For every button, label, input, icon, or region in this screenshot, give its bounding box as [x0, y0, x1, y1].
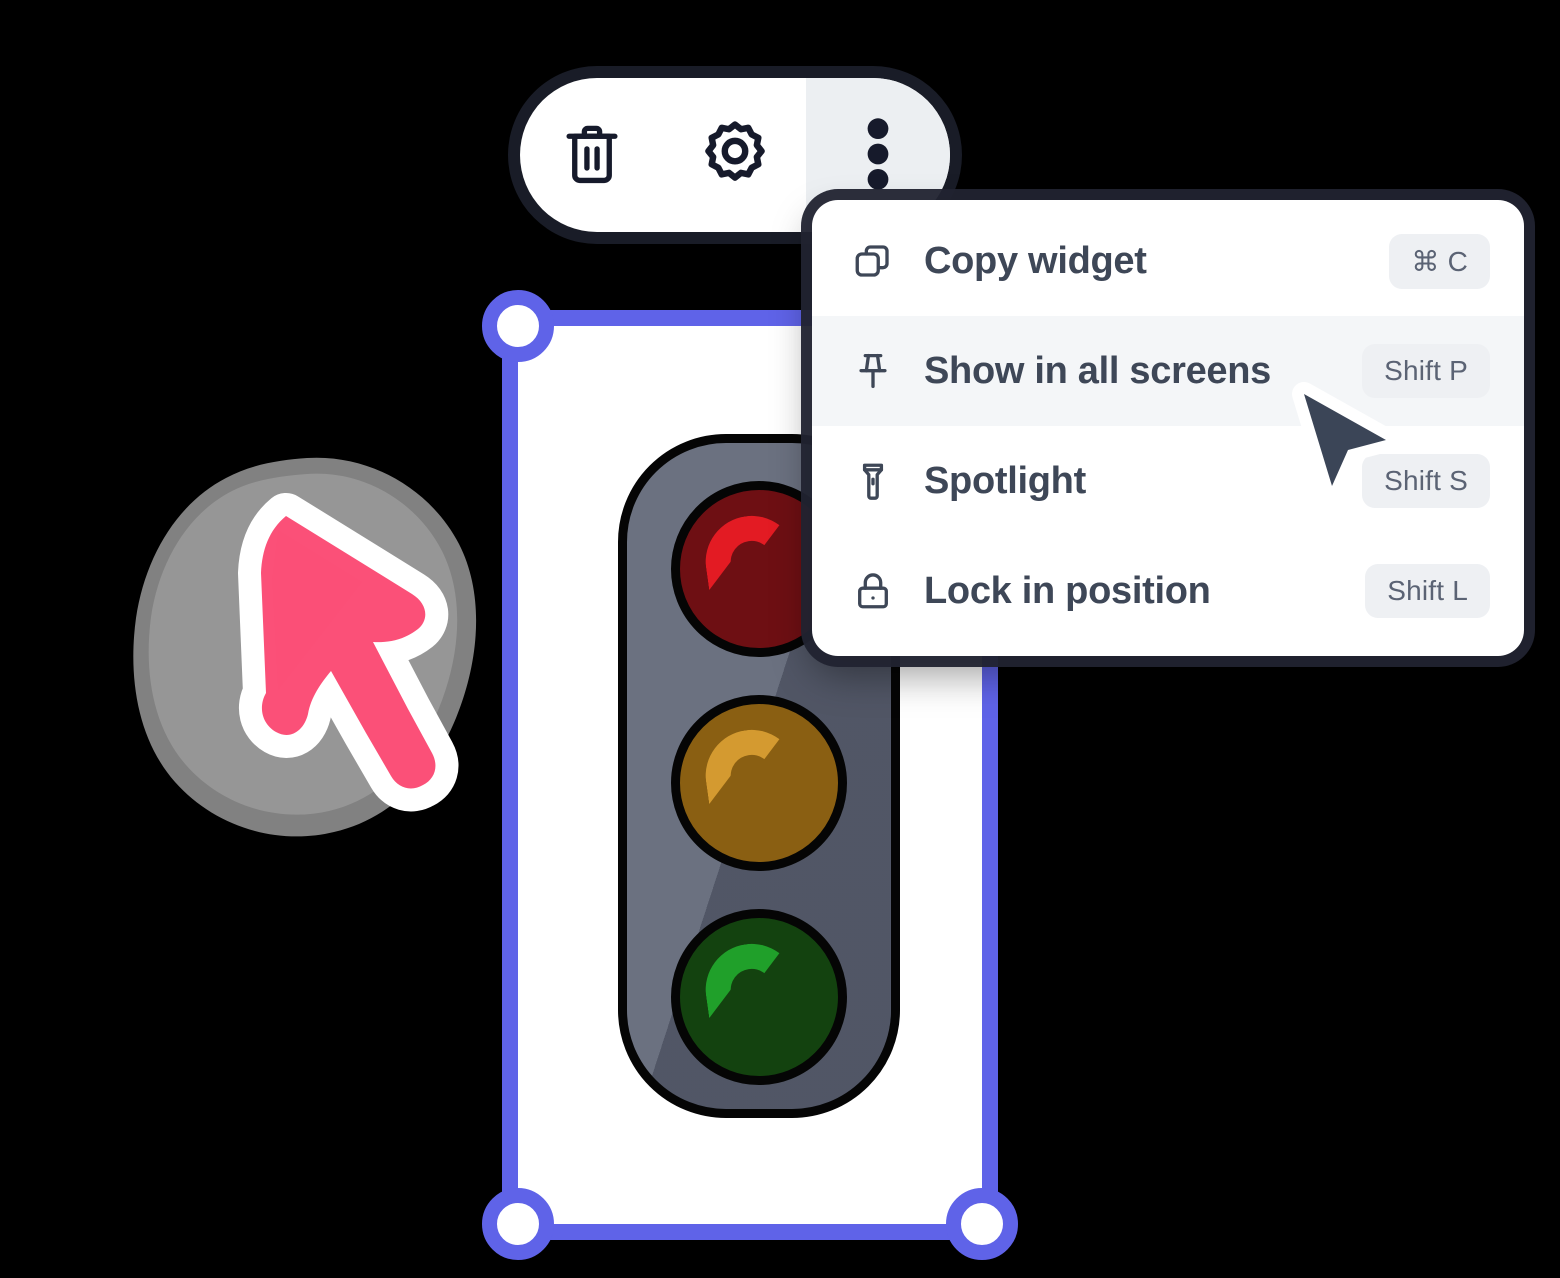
menu-item-lock-in-position[interactable]: Lock in position Shift L [812, 536, 1524, 646]
copy-icon [852, 240, 896, 282]
pin-sticker-graphic [133, 457, 477, 837]
resize-handle-top-left[interactable] [482, 290, 554, 362]
green-lamp [671, 909, 847, 1085]
flashlight-icon [852, 460, 896, 502]
menu-item-label: Lock in position [924, 569, 1211, 612]
menu-item-shortcut: Shift L [1365, 564, 1490, 618]
red-lamp-highlight [699, 509, 801, 591]
menu-item-copy-widget[interactable]: Copy widget ⌘ C [812, 206, 1524, 316]
widget-context-menu: Copy widget ⌘ C Show in all screens Shif… [812, 200, 1524, 656]
menu-item-shortcut: Shift S [1362, 454, 1490, 508]
menu-item-shortcut: Shift P [1362, 344, 1490, 398]
widget-settings-button[interactable] [663, 78, 806, 232]
trash-icon [561, 121, 623, 190]
resize-handle-bottom-left[interactable] [482, 1188, 554, 1260]
menu-item-label: Spotlight [924, 459, 1086, 502]
menu-item-spotlight[interactable]: Spotlight Shift S [812, 426, 1524, 536]
pin-icon [852, 350, 896, 392]
yellow-lamp [671, 695, 847, 871]
resize-handle-bottom-right[interactable] [946, 1188, 1018, 1260]
gear-icon [700, 119, 770, 192]
yellow-lamp-highlight [699, 723, 801, 805]
more-vertical-icon [865, 116, 891, 195]
green-lamp-highlight [699, 937, 801, 1019]
menu-item-shortcut: ⌘ C [1389, 233, 1490, 289]
menu-item-label: Copy widget [924, 239, 1147, 282]
canvas-stage: Copy widget ⌘ C Show in all screens Shif… [0, 0, 1560, 1278]
pin-sticker[interactable] [126, 452, 486, 842]
menu-item-show-in-all-screens[interactable]: Show in all screens Shift P [812, 316, 1524, 426]
lock-icon [852, 570, 896, 612]
delete-widget-button[interactable] [520, 78, 663, 232]
menu-item-label: Show in all screens [924, 349, 1271, 392]
